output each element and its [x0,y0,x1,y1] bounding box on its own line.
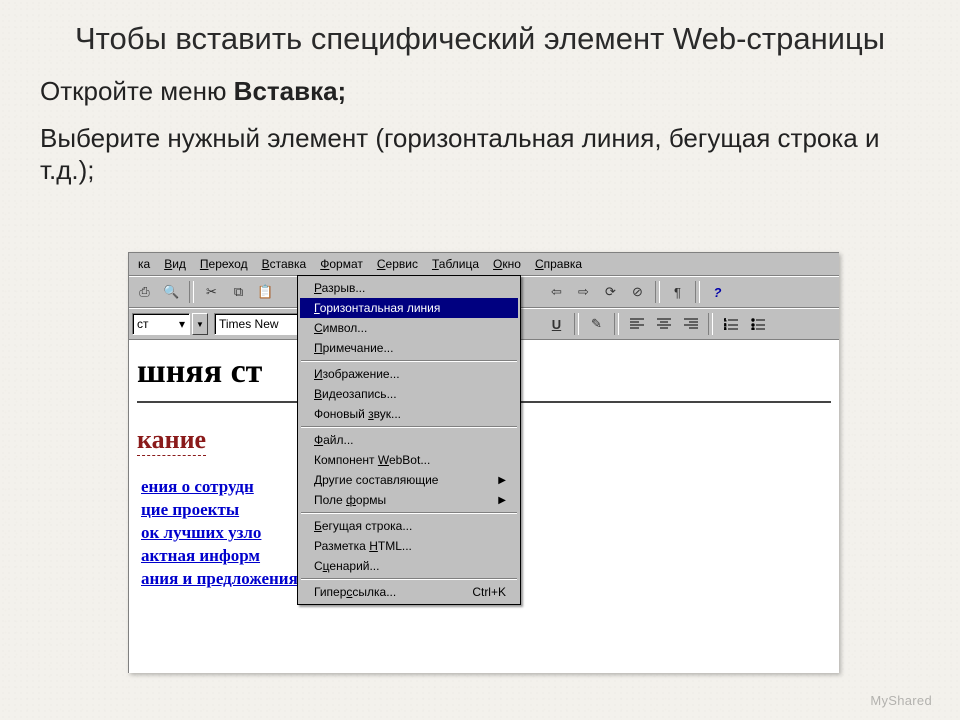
align-left-icon[interactable] [624,312,649,336]
menu-dropdown-item[interactable]: Горизонтальная линия [300,298,518,318]
cut-icon[interactable]: ✂ [199,280,224,304]
instruction-1-text: Откройте меню [40,76,234,106]
list-num-icon[interactable]: 123 [718,312,743,336]
style-select[interactable]: ст ▾ [132,313,190,335]
menu-item[interactable]: Справка [528,255,589,273]
menu-item[interactable]: Сервис [370,255,425,273]
separator [574,313,579,335]
slide-title: Чтобы вставить специфический элемент Web… [40,20,920,57]
separator [695,281,700,303]
svg-text:3: 3 [724,326,727,330]
instruction-1: Откройте меню Вставка; [40,75,920,108]
menu-separator [301,512,517,514]
menu-item[interactable]: Формат [313,255,370,273]
menu-dropdown-item[interactable]: Сценарий... [300,556,518,576]
menu-dropdown-item[interactable]: Другие составляющие▶ [300,470,518,490]
menubar: каВидПереходВставкаФорматСервисТаблицаОк… [129,253,839,276]
pilcrow-icon[interactable]: ¶ [665,280,690,304]
submenu-arrow-icon: ▶ [498,495,506,506]
menu-item[interactable]: Вид [157,255,193,273]
insert-menu-dropdown: Разрыв...Горизонтальная линияСимвол...Пр… [297,275,521,605]
separator [189,281,194,303]
menu-dropdown-item[interactable]: Символ... [300,318,518,338]
instruction-1-bold: Вставка; [234,76,347,106]
menu-dropdown-item[interactable]: Примечание... [300,338,518,358]
doc-section: кание [137,425,206,456]
menu-item[interactable]: Переход [193,255,255,273]
preview-icon[interactable]: 🔍 [159,280,184,304]
menu-dropdown-item[interactable]: Гиперссылка...Ctrl+K [300,582,518,602]
menu-dropdown-item[interactable]: Разрыв... [300,278,518,298]
back-icon[interactable]: ⇦ [544,280,569,304]
align-right-icon[interactable] [678,312,703,336]
help-icon[interactable]: ? [705,280,730,304]
menu-dropdown-item[interactable]: Изображение... [300,364,518,384]
menu-item[interactable]: ка [131,255,157,273]
print-icon[interactable]: ⎙ [132,280,157,304]
menu-dropdown-item[interactable]: Файл... [300,430,518,450]
menu-dropdown-item[interactable]: Разметка HTML... [300,536,518,556]
menu-dropdown-item[interactable]: Поле формы▶ [300,490,518,510]
highlight-icon[interactable]: ✎ [584,312,609,336]
menu-dropdown-item[interactable]: Видеозапись... [300,384,518,404]
menu-dropdown-item[interactable]: Компонент WebBot... [300,450,518,470]
stop-icon[interactable]: ⊘ [625,280,650,304]
separator [708,313,713,335]
font-select[interactable]: Times New [214,313,302,335]
align-center-icon[interactable] [651,312,676,336]
separator [655,281,660,303]
menu-item[interactable]: Окно [486,255,528,273]
style-value: ст [137,317,149,331]
refresh-icon[interactable]: ⟳ [598,280,623,304]
separator [614,313,619,335]
menu-dropdown-item[interactable]: Бегущая строка... [300,516,518,536]
list-bullet-icon[interactable] [745,312,770,336]
menu-separator [301,426,517,428]
menu-separator [301,578,517,580]
menu-item[interactable]: Вставка [255,255,314,273]
menu-dropdown-item[interactable]: Фоновый звук... [300,404,518,424]
menu-item[interactable]: Таблица [425,255,486,273]
dropdown-icon[interactable]: ▼ [192,313,208,335]
shortcut-label: Ctrl+K [472,585,506,599]
slide: Чтобы вставить специфический элемент Web… [0,0,960,720]
app-screenshot: каВидПереходВставкаФорматСервисТаблицаОк… [128,252,839,673]
font-value: Times New [219,317,279,331]
instruction-2: Выберите нужный элемент (горизонтальная … [40,122,920,187]
menu-separator [301,360,517,362]
paste-icon[interactable]: 📋 [253,280,278,304]
forward-icon[interactable]: ⇨ [571,280,596,304]
underline-icon[interactable]: U [544,312,569,336]
submenu-arrow-icon: ▶ [498,475,506,486]
watermark: MyShared [870,693,932,708]
copy-icon[interactable]: ⧉ [226,280,251,304]
